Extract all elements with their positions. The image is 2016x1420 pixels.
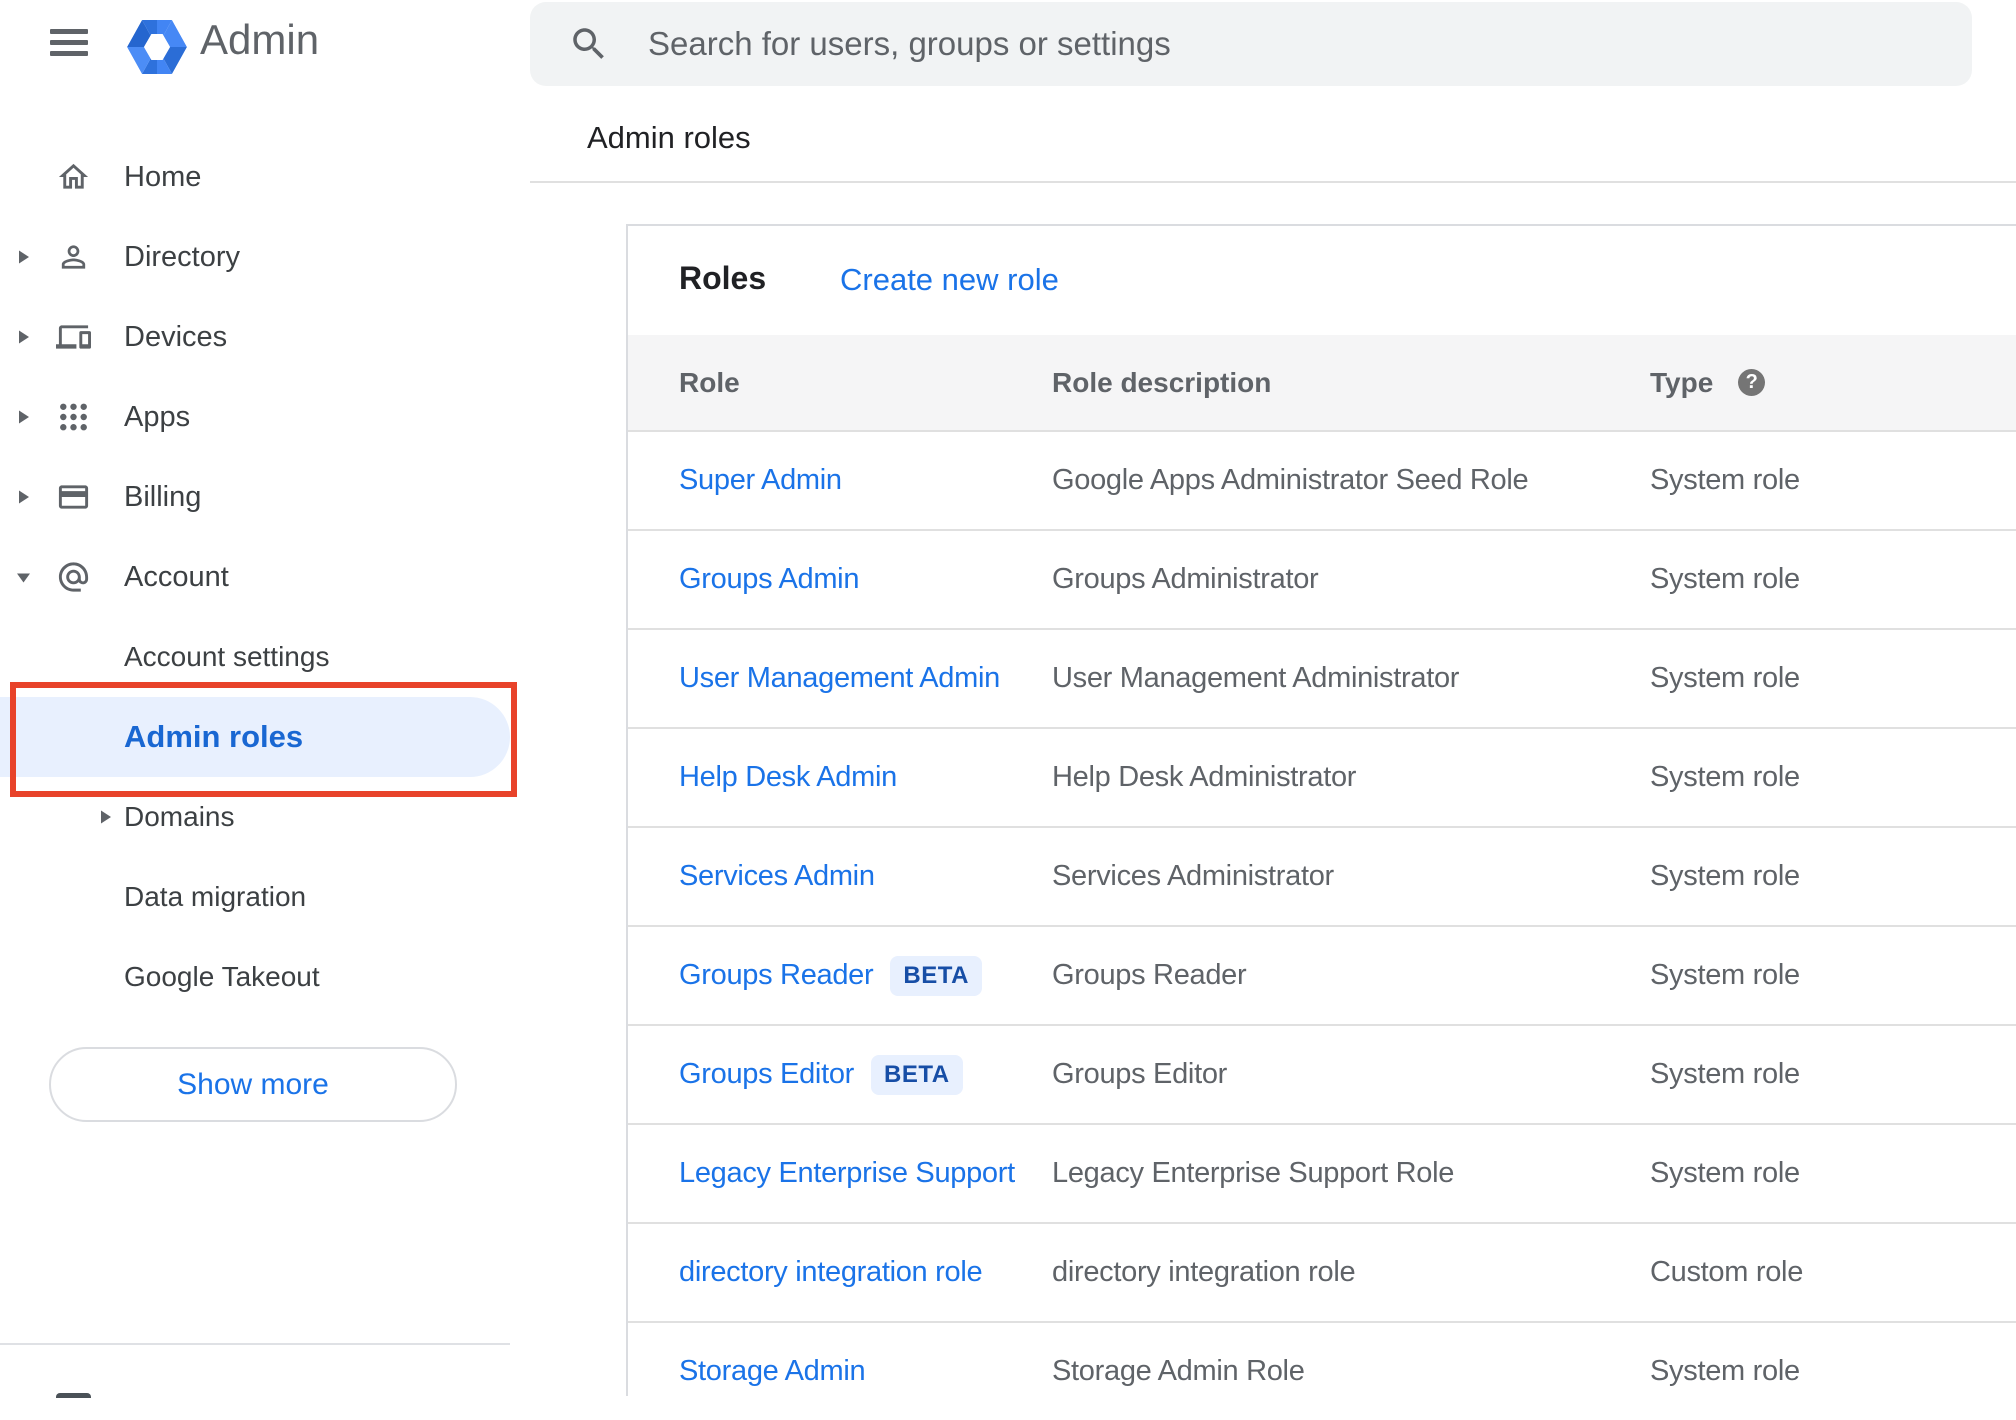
- sidebar-item-label: Domains: [124, 801, 235, 832]
- sidebar-item-apps[interactable]: Apps: [0, 377, 517, 457]
- sidebar-item-billing[interactable]: Billing: [0, 457, 517, 537]
- at-sign-icon: [58, 562, 89, 592]
- sidebar: Home Directory Devices Apps Billing Acco…: [0, 137, 517, 1017]
- role-description: Google Apps Administrator Seed Role: [1052, 464, 1529, 496]
- role-description: Help Desk Administrator: [1052, 761, 1357, 793]
- sidebar-item-google-takeout[interactable]: Google Takeout: [0, 937, 517, 1017]
- sidebar-item-label: Google Takeout: [124, 961, 320, 992]
- search-input[interactable]: [648, 2, 1948, 86]
- role-description: Groups Administrator: [1052, 563, 1319, 595]
- title-divider: [530, 181, 2016, 183]
- show-more-button[interactable]: Show more: [49, 1047, 457, 1122]
- sidebar-item-data-migration[interactable]: Data migration: [0, 857, 517, 937]
- column-header-type: Type ?: [1650, 366, 1766, 399]
- beta-badge: BETA: [890, 955, 982, 996]
- sidebar-item-label: Account: [124, 560, 229, 593]
- sidebar-item-account-settings[interactable]: Account settings: [0, 617, 517, 697]
- role-description: Services Administrator: [1052, 860, 1334, 892]
- table-row: User Management Admin User Management Ad…: [628, 628, 2016, 727]
- table-row: Storage Admin Storage Admin Role System …: [628, 1321, 2016, 1420]
- chevron-right-icon[interactable]: [15, 489, 32, 506]
- column-header-type-label: Type: [1650, 366, 1714, 398]
- role-link[interactable]: Groups Reader: [679, 959, 874, 992]
- search-icon: [573, 28, 604, 59]
- table-row: Legacy Enterprise Support Legacy Enterpr…: [628, 1123, 2016, 1222]
- roles-card: Roles Create new role Role Role descript…: [626, 224, 2016, 1396]
- product-name: Admin: [200, 16, 320, 63]
- sidebar-item-label: Data migration: [124, 881, 307, 912]
- role-link[interactable]: Services Admin: [679, 860, 875, 893]
- role-description: User Management Administrator: [1052, 662, 1460, 694]
- sidebar-item-label: Home: [124, 160, 202, 193]
- role-link[interactable]: Legacy Enterprise Support: [679, 1157, 1015, 1190]
- table-row: Groups Admin Groups Administrator System…: [628, 529, 2016, 628]
- table-header-row: Role Role description Type ?: [628, 335, 2016, 430]
- chevron-right-icon[interactable]: [15, 329, 32, 346]
- role-description: Groups Editor: [1052, 1058, 1228, 1090]
- role-description: Legacy Enterprise Support Role: [1052, 1157, 1455, 1189]
- sidebar-item-label: Admin roles: [124, 719, 304, 754]
- role-description: directory integration role: [1052, 1256, 1356, 1288]
- create-new-role-link[interactable]: Create new role: [840, 264, 1059, 295]
- chevron-right-icon[interactable]: [97, 809, 114, 826]
- role-type: System role: [1650, 464, 1800, 496]
- sidebar-item-label: Directory: [124, 240, 241, 273]
- role-type: System role: [1650, 761, 1800, 793]
- google-admin-logo-icon: [127, 20, 187, 74]
- role-type: Custom role: [1650, 1256, 1804, 1288]
- sidebar-item-label: Billing: [124, 480, 202, 513]
- apps-grid-icon: [60, 403, 87, 431]
- table-row: Services Admin Services Administrator Sy…: [628, 826, 2016, 925]
- role-link[interactable]: User Management Admin: [679, 662, 1000, 695]
- menu-icon[interactable]: [50, 19, 88, 65]
- role-link[interactable]: directory integration role: [679, 1256, 983, 1289]
- sidebar-item-label: Devices: [124, 320, 228, 353]
- card-title: Roles: [679, 260, 767, 296]
- search-bar[interactable]: [530, 2, 1972, 86]
- column-header-role: Role: [679, 366, 740, 398]
- role-link[interactable]: Storage Admin: [679, 1355, 866, 1388]
- sidebar-item-account[interactable]: Account: [0, 537, 517, 617]
- devices-icon: [56, 325, 91, 349]
- sidebar-item-admin-roles[interactable]: Admin roles: [0, 697, 510, 777]
- role-link[interactable]: Groups Editor: [679, 1058, 854, 1091]
- role-type: System role: [1650, 563, 1800, 595]
- sidebar-item-label: Account settings: [124, 641, 330, 672]
- role-type: System role: [1650, 1058, 1800, 1090]
- role-link[interactable]: Super Admin: [679, 464, 842, 497]
- chevron-down-icon[interactable]: [15, 569, 32, 586]
- help-icon[interactable]: ?: [1738, 369, 1766, 396]
- role-description: Groups Reader: [1052, 959, 1247, 991]
- table-row: Super Admin Google Apps Administrator Se…: [628, 430, 2016, 529]
- role-type: System role: [1650, 1355, 1800, 1387]
- role-type: System role: [1650, 959, 1800, 991]
- table-row: Groups Reader BETA Groups Reader System …: [628, 925, 2016, 1024]
- table-row: Help Desk Admin Help Desk Administrator …: [628, 727, 2016, 826]
- table-row: Groups Editor BETA Groups Editor System …: [628, 1024, 2016, 1123]
- role-type: System role: [1650, 1157, 1800, 1189]
- table-row: directory integration role directory int…: [628, 1222, 2016, 1321]
- person-icon: [61, 245, 86, 269]
- role-description: Storage Admin Role: [1052, 1355, 1305, 1387]
- sidebar-bottom-divider: [0, 1343, 510, 1345]
- sidebar-item-domains[interactable]: Domains: [0, 777, 517, 857]
- roles-card-header: Roles Create new role: [628, 226, 2016, 335]
- role-link[interactable]: Help Desk Admin: [679, 761, 897, 794]
- sidebar-item-home[interactable]: Home: [0, 137, 517, 217]
- home-icon: [58, 163, 89, 189]
- role-type: System role: [1650, 662, 1800, 694]
- chevron-right-icon[interactable]: [15, 409, 32, 426]
- role-link[interactable]: Groups Admin: [679, 563, 859, 596]
- sidebar-item-devices[interactable]: Devices: [0, 297, 517, 377]
- page-title: Admin roles: [587, 120, 751, 155]
- sidebar-item-directory[interactable]: Directory: [0, 217, 517, 297]
- column-header-role-description: Role description: [1052, 366, 1272, 398]
- sidebar-item-label: Apps: [124, 400, 191, 433]
- chevron-right-icon[interactable]: [15, 249, 32, 266]
- credit-card-icon: [58, 485, 89, 509]
- role-type: System role: [1650, 860, 1800, 892]
- beta-badge: BETA: [871, 1054, 963, 1095]
